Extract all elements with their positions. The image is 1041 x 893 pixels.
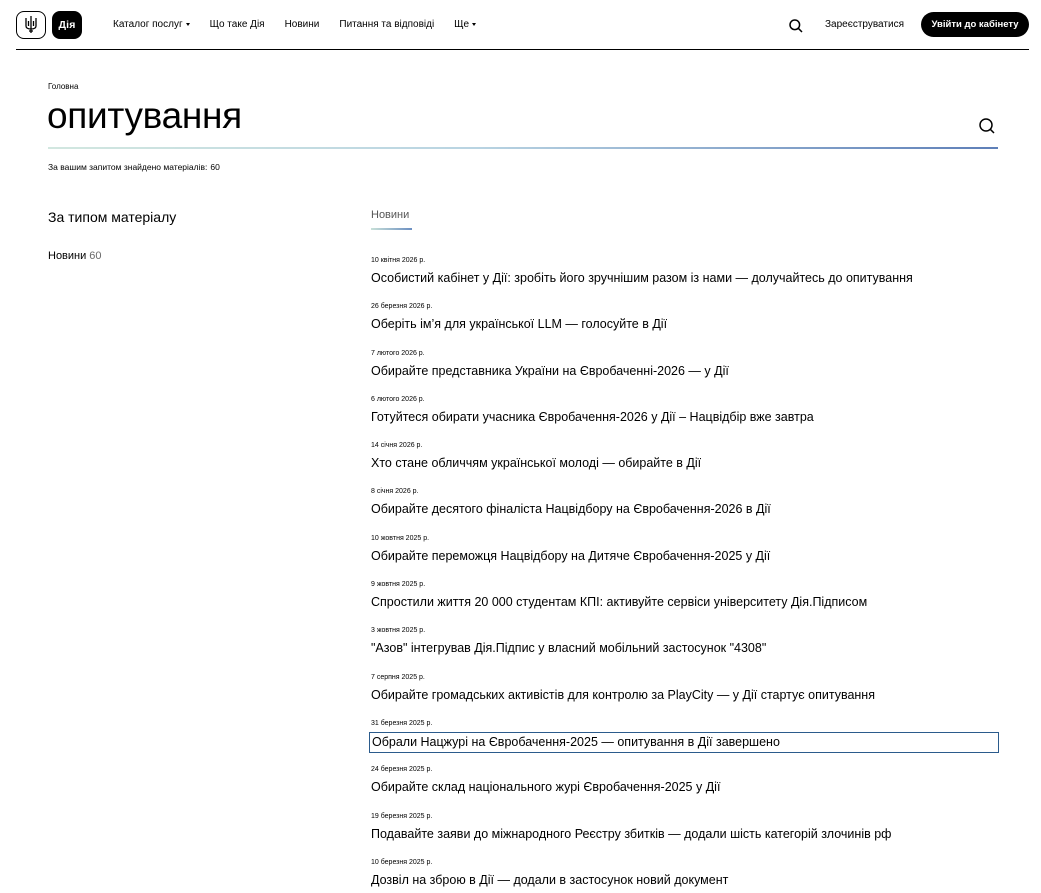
diia-logo[interactable]: Дія <box>52 11 82 39</box>
news-date: 10 березня 2025 р. <box>371 858 433 866</box>
site-header: Дія Каталог послуг Що таке Дія Новини Пи… <box>16 0 1029 50</box>
news-title-link[interactable]: Готуйтеся обирати учасника Євробачення-2… <box>369 408 999 427</box>
news-title-link[interactable]: Хто стане обличчям української молоді — … <box>369 454 999 473</box>
news-title-link[interactable]: Дозвіл на зброю в Дії — додали в застосу… <box>369 871 999 890</box>
news-title-link[interactable]: Спростили життя 20 000 студентам КПІ: ак… <box>369 593 999 612</box>
nav-item-about[interactable]: Що таке Дія <box>210 19 265 30</box>
news-title-link[interactable]: Особистий кабінет у Дії: зробіть його зр… <box>369 269 999 288</box>
search-icon[interactable] <box>788 18 804 34</box>
nav-item-label: Новини <box>284 19 320 30</box>
main-nav: Каталог послуг Що таке Дія Новини Питанн… <box>113 0 496 49</box>
chevron-down-icon <box>185 23 190 26</box>
filter-title: За типом матеріалу <box>48 209 177 225</box>
news-title-link[interactable]: Обирайте представника України на Євробач… <box>369 362 999 381</box>
filter-item-news[interactable]: Новини 60 <box>48 250 102 262</box>
news-title-link[interactable]: Обирайте десятого фіналіста Нацвідбору н… <box>369 500 999 519</box>
tab-active-indicator <box>371 228 412 230</box>
news-date: 24 березня 2025 р. <box>371 766 433 774</box>
news-date: 9 жовтня 2025 р. <box>371 581 426 589</box>
news-date: 31 березня 2025 р. <box>371 719 433 727</box>
title-divider <box>48 147 998 149</box>
tryzub-icon <box>25 16 37 33</box>
search-icon[interactable] <box>978 117 996 135</box>
chevron-down-icon <box>472 23 477 26</box>
list-item: 10 квітня 2026 р. Особистий кабінет у Дії… <box>371 255 999 301</box>
nav-item-more[interactable]: Ще <box>454 19 477 30</box>
nav-item-label: Що таке Дія <box>209 19 265 30</box>
nav-item-news[interactable]: Новини <box>285 19 320 30</box>
list-item: 24 березня 2025 р. Обирайте склад націона… <box>371 764 999 810</box>
list-item: 9 жовтня 2025 р. Спростили життя 20 000 с… <box>371 579 999 625</box>
register-link[interactable]: Зареєструватися <box>825 19 904 30</box>
breadcrumb-home[interactable]: Головна <box>48 82 78 91</box>
list-item: 26 березня 2026 р. Оберіть ім’я для украї… <box>371 301 999 347</box>
news-title-link[interactable]: Обирайте громадських активістів для конт… <box>369 686 999 705</box>
filter-item-count: 60 <box>89 250 102 262</box>
news-date: 7 серпня 2025 р. <box>371 673 425 681</box>
news-title-link[interactable]: Обрали Нацжурі на Євробачення-2025 — опи… <box>369 731 999 753</box>
list-item: 10 жовтня 2025 р. Обирайте переможця Нацв… <box>371 533 999 579</box>
results-count-value: 60 <box>210 162 220 172</box>
list-item: 6 лютого 2026 р. Готуйтеся обирати учасни… <box>371 394 999 440</box>
nav-item-label: Питання та відповіді <box>339 19 435 30</box>
news-title-link[interactable]: "Азов" інтегрував Дія.Підпис у власний м… <box>369 639 999 658</box>
list-item: 19 березня 2025 р. Подавайте заяви до між… <box>371 811 999 857</box>
news-date: 14 січня 2026 р. <box>371 442 423 450</box>
list-item: 10 березня 2025 р. Дозвіл на зброю в Дії … <box>371 857 999 893</box>
page-title: опитування <box>47 95 242 136</box>
filter-item-label: Новини <box>48 250 87 262</box>
news-date: 10 квітня 2026 р. <box>371 257 426 264</box>
list-item: 14 січня 2026 р. Хто стане обличчям украї… <box>371 440 999 486</box>
news-title-link[interactable]: Обирайте переможця Нацвідбору на Дитяче … <box>369 547 999 566</box>
news-date: 10 жовтня 2025 р. <box>371 534 430 542</box>
list-item: 7 лютого 2026 р. Обирайте представника Ук… <box>371 348 999 394</box>
news-date: 3 жовтня 2025 р. <box>371 627 426 635</box>
nav-item-label: Каталог послуг <box>113 19 183 30</box>
list-item: 3 жовтня 2025 р. "Азов" інтегрував Дія.Пі… <box>371 625 999 671</box>
list-item: 31 березня 2025 р. Обрали Нацжурі на Євро… <box>369 718 999 764</box>
login-button[interactable]: Увійти до кабінету <box>921 12 1029 37</box>
results-count: За вашим запитом знайдено матеріалів: 60 <box>48 162 220 172</box>
nav-item-faq[interactable]: Питання та відповіді <box>339 19 434 30</box>
nav-item-catalog[interactable]: Каталог послуг <box>113 19 190 30</box>
news-list: 10 квітня 2026 р. Особистий кабінет у Дії… <box>369 255 999 893</box>
list-item: 7 серпня 2025 р. Обирайте громадських акт… <box>371 672 999 718</box>
tryzub-logo-icon[interactable] <box>16 11 46 39</box>
news-date: 19 березня 2025 р. <box>371 812 433 820</box>
news-date: 6 лютого 2026 р. <box>371 395 425 403</box>
list-item: 8 січня 2026 р. Обирайте десятого фіналіс… <box>371 486 999 532</box>
news-title-link[interactable]: Подавайте заяви до міжнародного Реєстру … <box>369 825 999 844</box>
tab-news[interactable]: Новини <box>371 209 409 227</box>
nav-item-label: Ще <box>454 19 470 30</box>
news-date: 8 січня 2026 р. <box>371 488 419 496</box>
news-title-link[interactable]: Обирайте склад національного журі Євроба… <box>369 778 999 797</box>
news-date: 26 березня 2026 р. <box>371 303 433 311</box>
news-date: 7 лютого 2026 р. <box>371 349 425 357</box>
news-title-link[interactable]: Оберіть ім’я для української LLM — голос… <box>369 315 999 334</box>
results-count-label: За вашим запитом знайдено матеріалів: <box>48 162 208 172</box>
